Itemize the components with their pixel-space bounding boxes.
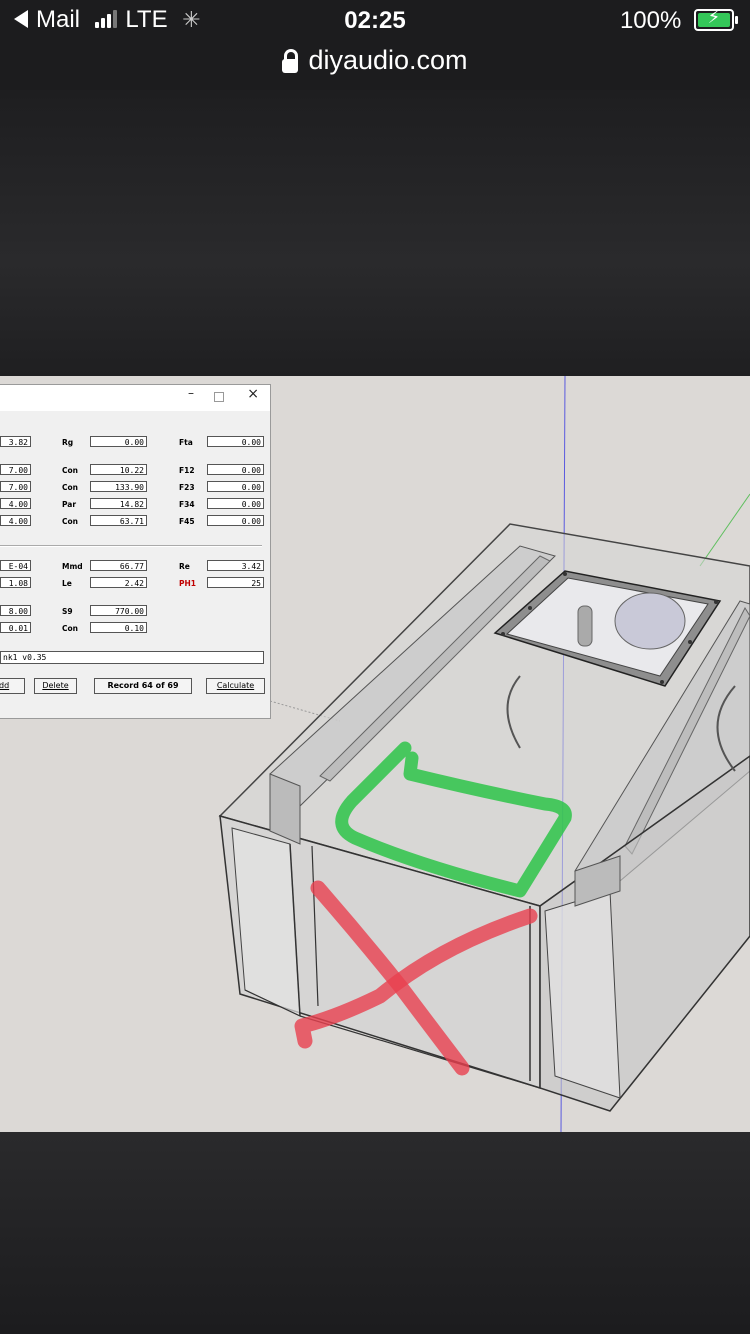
param-label: Con xyxy=(62,624,78,633)
param-label: Fta xyxy=(179,438,193,447)
param-label: S9 xyxy=(62,607,73,616)
param-field[interactable]: 66.77 xyxy=(90,560,147,571)
right-port-opening xyxy=(544,890,621,1099)
param-label: Con xyxy=(62,517,78,526)
param-field[interactable]: 0.10 xyxy=(90,622,147,633)
param-label: F23 xyxy=(179,483,195,492)
battery-status: 100% ⚡ xyxy=(619,7,738,35)
param-field[interactable]: 0.00 xyxy=(207,481,264,492)
param-field[interactable]: 0.01 xyxy=(0,622,31,633)
address-bar[interactable]: diyaudio.com xyxy=(0,40,750,86)
driver-terminal xyxy=(577,605,593,647)
param-label: F12 xyxy=(179,466,195,475)
param-label: F34 xyxy=(179,500,195,509)
page-background-bottom xyxy=(0,1132,750,1334)
param-field[interactable]: 8.00 xyxy=(0,605,31,616)
param-field[interactable]: 3.82 xyxy=(0,436,31,447)
param-label: Par xyxy=(62,500,77,509)
param-label: Rg xyxy=(62,438,74,447)
param-field[interactable]: 7.00 xyxy=(0,464,31,475)
calculate-button[interactable]: Calculate xyxy=(206,678,265,694)
param-field[interactable]: 770.00 xyxy=(90,605,147,616)
param-field[interactable]: 2.42 xyxy=(90,577,147,588)
maximize-button[interactable] xyxy=(214,392,224,402)
parameter-dialog: – × 3.82 7.00 7.00 4.00 4.00 E-04 1.08 8… xyxy=(0,384,271,719)
record-navigator[interactable]: Record 64 of 69 xyxy=(94,678,192,694)
param-field[interactable]: E-04 xyxy=(0,560,31,571)
minimize-button[interactable]: – xyxy=(188,386,194,400)
param-field[interactable]: 10.22 xyxy=(90,464,147,475)
delete-button[interactable]: Delete xyxy=(34,678,77,694)
driver-motor xyxy=(614,592,686,650)
param-label-highlighted: PH1 xyxy=(179,579,196,588)
divider xyxy=(0,545,262,547)
file-name-field[interactable]: nk1 v0.35 xyxy=(0,651,264,664)
param-label: F45 xyxy=(179,517,195,526)
param-label: Con xyxy=(62,483,78,492)
param-field[interactable]: 25 xyxy=(207,577,264,588)
forum-image[interactable]: – × 3.82 7.00 7.00 4.00 4.00 E-04 1.08 8… xyxy=(0,376,750,1132)
dialog-titlebar: – × xyxy=(0,385,270,411)
param-field[interactable]: 14.82 xyxy=(90,498,147,509)
param-label: Mmd xyxy=(62,562,83,571)
param-field[interactable]: 0.00 xyxy=(207,515,264,526)
close-button[interactable]: × xyxy=(247,386,259,402)
param-field[interactable]: 3.42 xyxy=(207,560,264,571)
page-background-top xyxy=(0,90,750,376)
param-label: Con xyxy=(62,466,78,475)
param-field[interactable]: 133.90 xyxy=(90,481,147,492)
param-field[interactable]: 4.00 xyxy=(0,515,31,526)
param-field[interactable]: 63.71 xyxy=(90,515,147,526)
param-field[interactable]: 0.00 xyxy=(207,498,264,509)
lock-icon xyxy=(282,49,299,73)
param-field[interactable]: 7.00 xyxy=(0,481,31,492)
status-bar: Mail LTE ✳ 02:25 100% ⚡ xyxy=(0,0,750,40)
param-label: Le xyxy=(62,579,72,588)
battery-charging-icon: ⚡ xyxy=(694,7,738,31)
param-field[interactable]: 0.00 xyxy=(207,464,264,475)
param-field[interactable]: 0.00 xyxy=(207,436,264,447)
add-button[interactable]: dd xyxy=(0,678,25,694)
url-text: diyaudio.com xyxy=(308,45,468,75)
param-field[interactable]: 4.00 xyxy=(0,498,31,509)
green-axis-line xyxy=(699,493,750,567)
param-label: Re xyxy=(179,562,190,571)
param-field[interactable]: 1.08 xyxy=(0,577,31,588)
battery-percent: 100% xyxy=(619,7,682,34)
param-field[interactable]: 0.00 xyxy=(90,436,147,447)
